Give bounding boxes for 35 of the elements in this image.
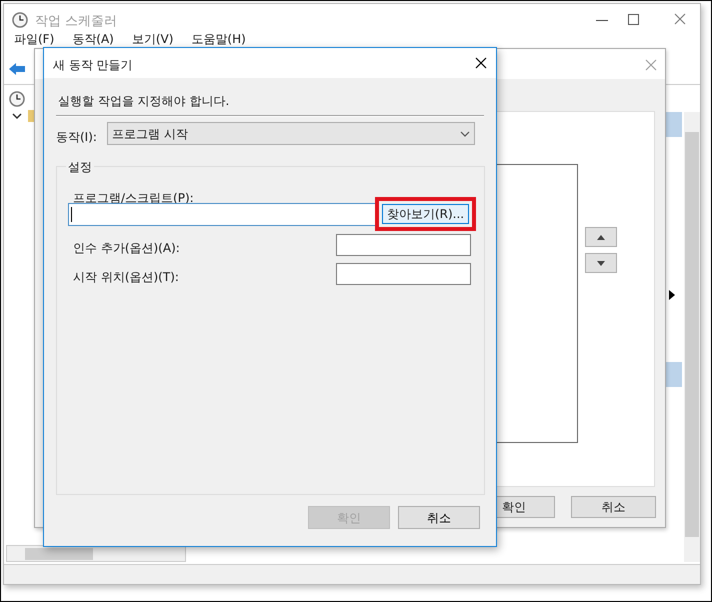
input-field[interactable] [336, 234, 471, 256]
action-dropdown[interactable]: 프로그램 시작 [107, 122, 475, 145]
chevron-down-icon [460, 130, 470, 136]
chevron-icon[interactable] [12, 112, 22, 120]
input-field[interactable] [68, 203, 376, 226]
maximize-button[interactable] [628, 14, 639, 25]
down-arrow-icon [597, 260, 605, 266]
menu-item[interactable]: 파일(F) [14, 33, 54, 46]
field-label: 프로그램/스크립트(P): [73, 190, 194, 207]
menu-item[interactable]: 도움말(H) [191, 33, 246, 46]
back-arrow-icon[interactable] [8, 62, 26, 76]
input-field[interactable] [336, 263, 471, 285]
up-arrow-icon [597, 234, 605, 240]
text-cursor [71, 207, 72, 222]
dialog-button[interactable]: 취소 [571, 496, 656, 518]
dialog-button[interactable]: 취소 [398, 506, 480, 529]
dialog-title: 새 동작 만들기 [53, 57, 133, 74]
action-label: 동작(I): [56, 129, 97, 146]
move-down-button[interactable] [585, 253, 617, 273]
scrollbar-thumb[interactable] [25, 548, 93, 560]
instruction-text: 실행할 작업을 지정해야 합니다. [58, 93, 230, 110]
clock-icon [12, 12, 28, 28]
horizontal-scrollbar[interactable] [6, 545, 186, 562]
scrollbar-thumb[interactable] [685, 132, 699, 537]
menu-item[interactable]: 보기(V) [132, 33, 174, 46]
window-title: 작업 스케줄러 [35, 13, 118, 31]
field-label: 시작 위치(옵션)(T): [73, 269, 179, 286]
field-label: 인수 추가(옵션)(A): [73, 240, 180, 257]
vertical-scrollbar[interactable] [684, 112, 700, 562]
browse-button[interactable]: 찾아보기(R)... [382, 204, 469, 224]
clock-icon [9, 91, 25, 107]
move-up-button[interactable] [585, 227, 617, 247]
expand-arrow-icon[interactable] [669, 290, 675, 300]
menu-item[interactable]: 동작(A) [72, 33, 114, 46]
close-icon[interactable] [475, 57, 487, 69]
